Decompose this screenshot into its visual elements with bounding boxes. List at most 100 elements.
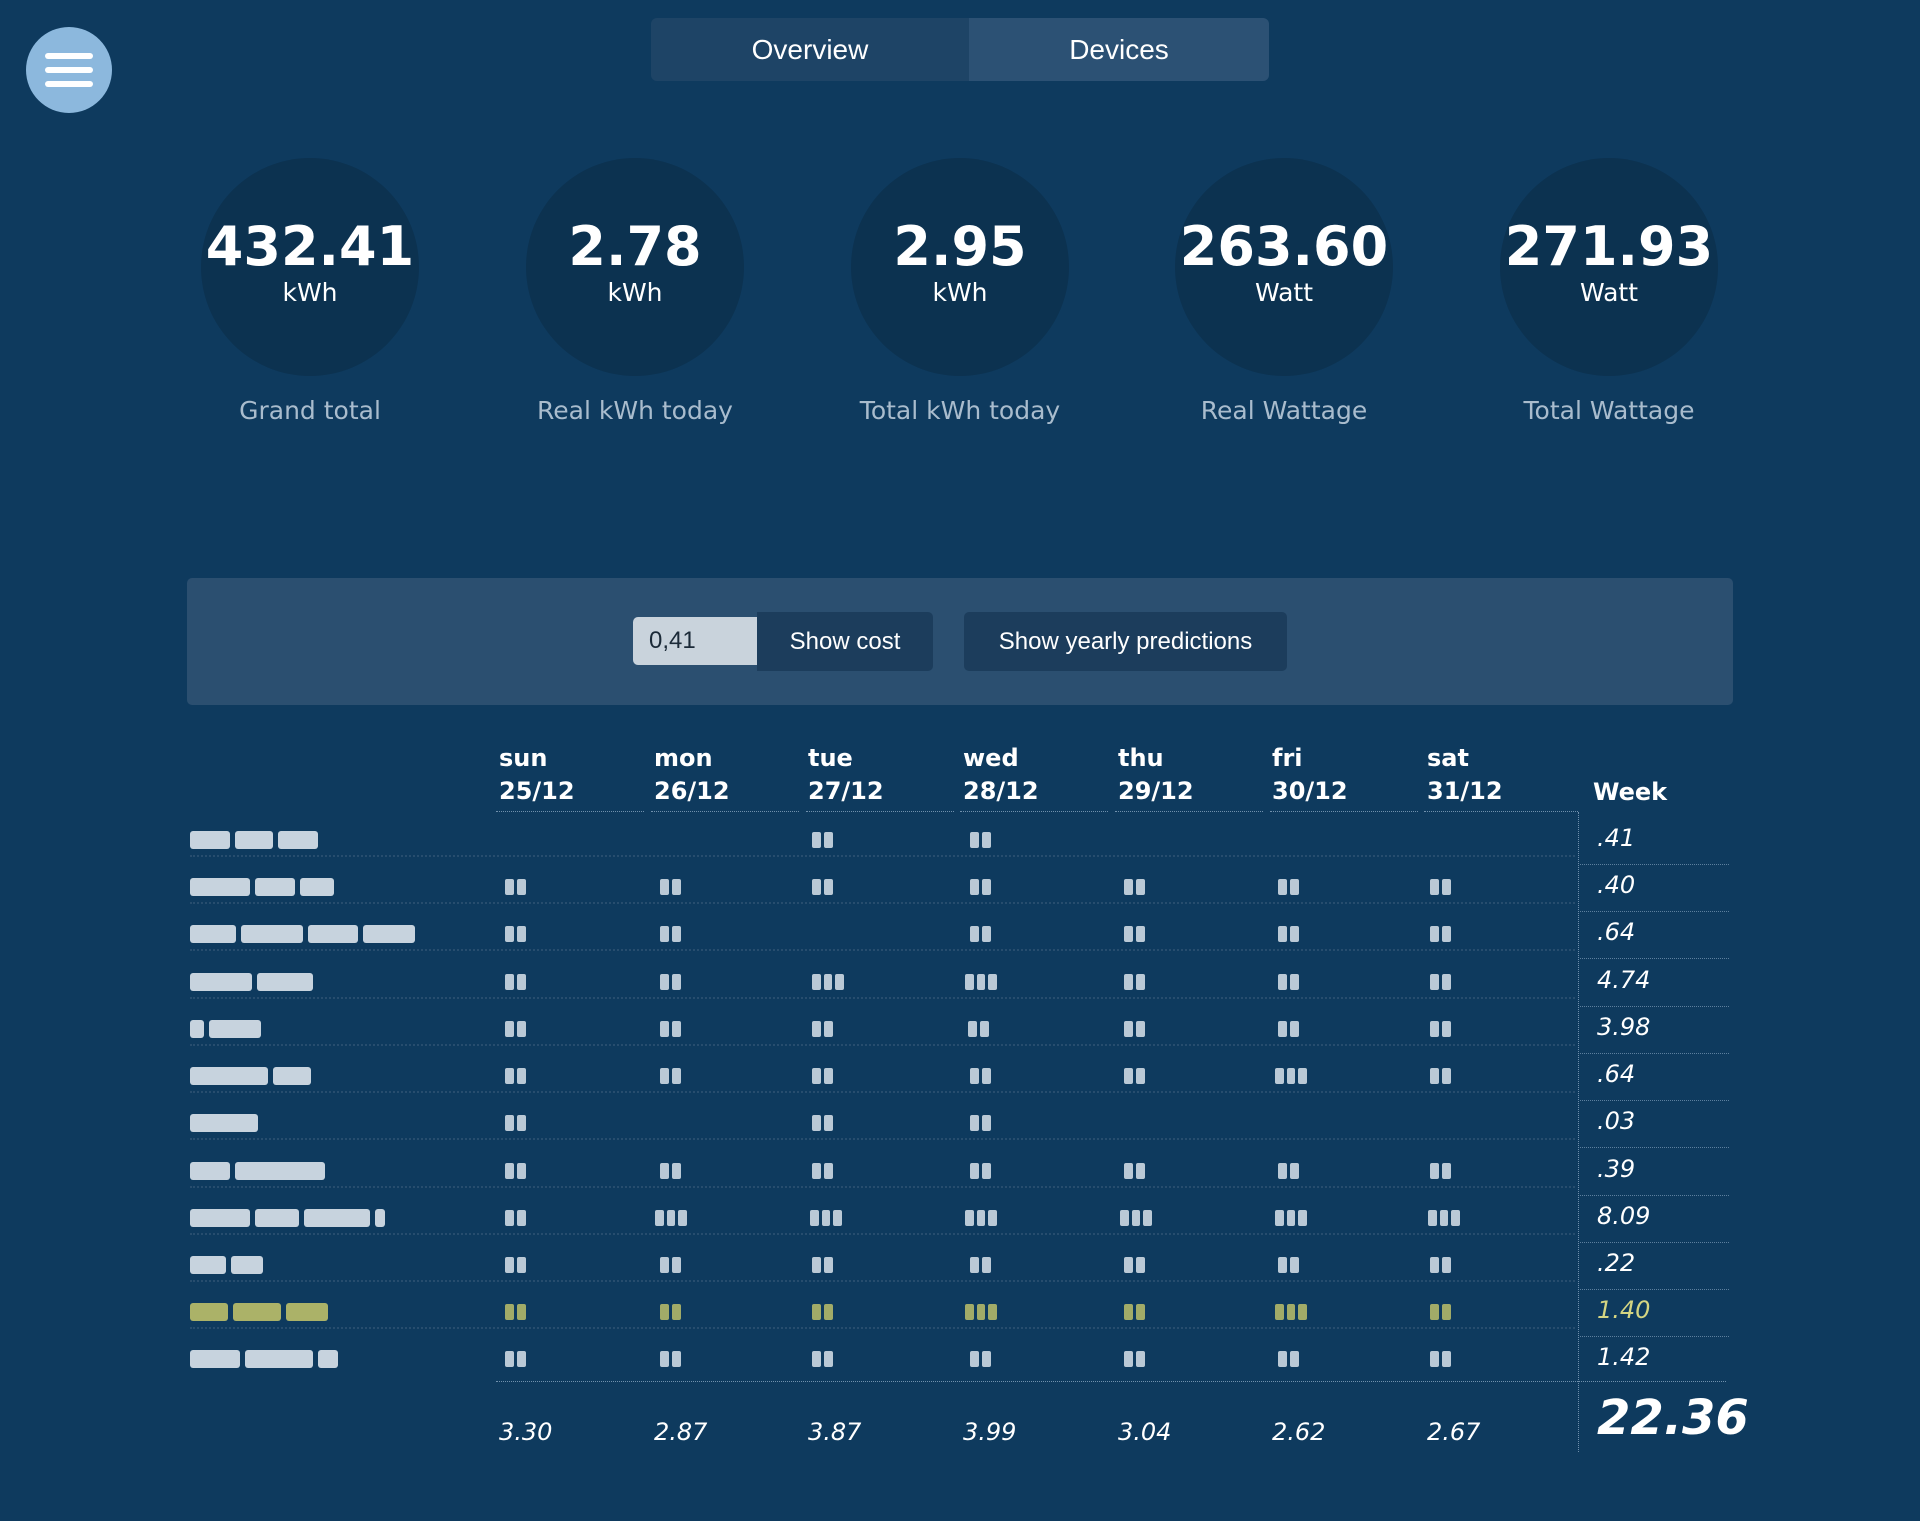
day-value-redacted	[1124, 970, 1156, 994]
header-underline	[496, 811, 644, 812]
day-value-redacted	[1124, 1159, 1156, 1183]
day-value-redacted	[660, 1017, 692, 1041]
stat-value: 2.78	[568, 214, 702, 278]
day-value-redacted	[505, 1347, 537, 1371]
device-row: 4.74	[0, 960, 1920, 1007]
day-value-redacted	[660, 1347, 692, 1371]
week-value: .64	[1597, 918, 1636, 946]
menu-icon-bar	[45, 81, 93, 87]
day-value-redacted	[812, 1111, 844, 1135]
row-separator	[190, 997, 1575, 999]
day-value-redacted	[1124, 1253, 1156, 1277]
row-separator	[190, 1327, 1575, 1329]
day-name: mon	[654, 744, 713, 772]
day-value-redacted	[660, 875, 692, 899]
day-value-redacted	[660, 922, 692, 946]
row-separator	[190, 1280, 1575, 1282]
day-value-redacted	[1278, 922, 1310, 946]
day-value-redacted	[970, 1111, 1002, 1135]
stat-value: 432.41	[205, 214, 415, 278]
day-total-thu: 3.04	[1118, 1418, 1172, 1446]
day-total-tue: 3.87	[808, 1418, 862, 1446]
day-value-redacted	[970, 1159, 1002, 1183]
week-cell-rule	[1580, 1147, 1729, 1148]
day-date: 27/12	[808, 777, 884, 805]
day-name: thu	[1118, 744, 1164, 772]
day-value-redacted	[1430, 875, 1462, 899]
day-value-redacted	[812, 1300, 844, 1324]
day-name: wed	[963, 744, 1019, 772]
day-value-redacted	[505, 1111, 537, 1135]
device-name-redacted	[190, 1298, 328, 1326]
stat-label: Grand total	[239, 396, 381, 425]
device-row: 1.42	[0, 1337, 1920, 1384]
day-date: 29/12	[1118, 777, 1194, 805]
device-name-redacted	[190, 1345, 338, 1373]
row-separator	[190, 949, 1575, 951]
row-separator	[190, 902, 1575, 904]
device-name-redacted	[190, 873, 334, 901]
tab-bar: Overview Devices	[651, 18, 1269, 81]
day-value-redacted	[810, 1206, 843, 1230]
device-name-redacted	[190, 1204, 385, 1232]
day-value-redacted	[505, 970, 537, 994]
day-value-redacted	[970, 828, 1002, 852]
device-row: .22	[0, 1243, 1920, 1290]
day-name: sun	[499, 744, 548, 772]
day-value-redacted	[505, 1206, 537, 1230]
day-value-redacted	[1430, 1159, 1462, 1183]
day-value-redacted	[1430, 1017, 1462, 1041]
day-value-redacted	[1275, 1300, 1308, 1324]
device-row: .40	[0, 865, 1920, 912]
day-value-redacted	[1124, 875, 1156, 899]
day-value-redacted	[1278, 1347, 1310, 1371]
day-value-redacted	[1430, 1347, 1462, 1371]
week-grand-total: 22.36	[1597, 1390, 1749, 1446]
day-value-redacted	[660, 1064, 692, 1088]
device-name-redacted	[190, 1157, 325, 1185]
stat-label: Real kWh today	[537, 396, 733, 425]
day-value-redacted	[970, 1253, 1002, 1277]
row-separator	[190, 1186, 1575, 1188]
tab-overview[interactable]: Overview	[651, 18, 969, 81]
tab-devices[interactable]: Devices	[969, 18, 1269, 81]
day-value-redacted	[505, 875, 537, 899]
stat-value: 263.60	[1179, 214, 1389, 278]
header-underline	[1115, 811, 1263, 812]
price-per-kwh-input[interactable]	[633, 617, 757, 665]
day-value-redacted	[1278, 970, 1310, 994]
stat-total-wattage: 271.93 Watt Total Wattage	[1499, 158, 1719, 425]
day-value-redacted	[660, 1300, 692, 1324]
day-value-redacted	[505, 1017, 537, 1041]
week-value: .03	[1597, 1107, 1636, 1135]
show-cost-button[interactable]: Show cost	[757, 612, 933, 671]
device-name-redacted	[190, 1062, 311, 1090]
week-value: 3.98	[1597, 1013, 1651, 1041]
stat-real-kwh-today: 2.78 kWh Real kWh today	[525, 158, 745, 425]
day-total-mon: 2.87	[654, 1418, 708, 1446]
day-value-redacted	[505, 1300, 537, 1324]
device-name-redacted	[190, 826, 318, 854]
menu-icon-bar	[45, 53, 93, 59]
day-value-redacted	[812, 875, 844, 899]
device-name-redacted	[190, 920, 415, 948]
day-total-fri: 2.62	[1272, 1418, 1326, 1446]
week-value: .64	[1597, 1060, 1636, 1088]
header-underline	[1424, 811, 1578, 812]
menu-button[interactable]	[26, 27, 112, 113]
day-value-redacted	[812, 1064, 844, 1088]
week-value: .41	[1597, 824, 1636, 852]
show-yearly-predictions-button[interactable]: Show yearly predictions	[964, 612, 1287, 671]
day-total-sat: 2.67	[1427, 1418, 1481, 1446]
day-total-sun: 3.30	[499, 1418, 553, 1446]
day-value-redacted	[965, 970, 998, 994]
device-name-redacted	[190, 968, 313, 996]
week-value: 4.74	[1597, 966, 1651, 994]
day-value-redacted	[1124, 922, 1156, 946]
device-name-redacted	[190, 1109, 258, 1137]
header-underline	[1270, 811, 1418, 812]
row-separator	[190, 1091, 1575, 1093]
day-value-redacted	[812, 970, 845, 994]
day-header-tue: tue 27/12	[808, 742, 884, 808]
stat-circle: 271.93 Watt	[1500, 158, 1718, 376]
